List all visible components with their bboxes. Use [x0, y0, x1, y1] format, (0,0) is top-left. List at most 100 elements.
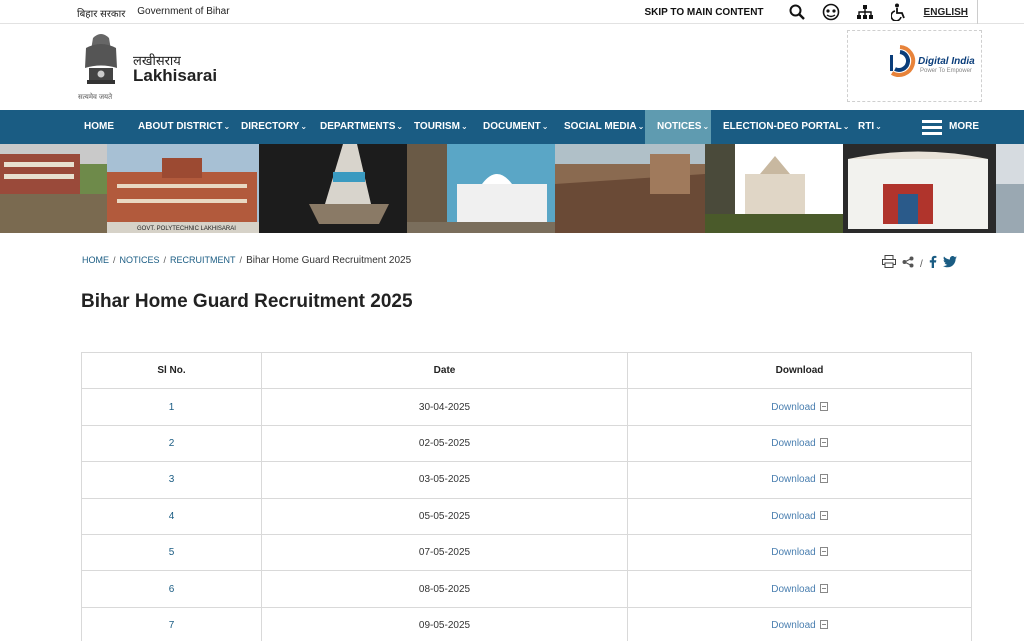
share-divider: / — [920, 258, 923, 270]
nav-item-label: RTI — [858, 121, 875, 132]
chevron-down-icon: ⌄ — [541, 122, 549, 131]
download-link[interactable]: Download — [771, 474, 815, 485]
nav-item-label: NOTICES — [657, 121, 702, 132]
banner-image-memorial-gate — [705, 144, 843, 233]
pdf-icon — [819, 437, 828, 447]
search-icon[interactable] — [788, 3, 806, 21]
nav-item-directory[interactable]: DIRECTORY⌄ — [241, 110, 307, 144]
cell-sl-no: 7 — [81, 606, 262, 641]
nav-item-tourism[interactable]: TOURISM⌄ — [414, 110, 468, 144]
nav-item-label: DOCUMENT — [483, 121, 541, 132]
cell-sl-no: 5 — [81, 533, 262, 572]
facebook-icon[interactable] — [929, 255, 937, 273]
nav-item-departments[interactable]: DEPARTMENTS⌄ — [320, 110, 403, 144]
banner-image-strip: GOVT. POLYTECHNIC LAKHISARAI — [0, 144, 1024, 233]
accessibility-icon[interactable] — [890, 3, 908, 21]
nav-item-home[interactable]: HOME — [76, 110, 122, 144]
share-icon[interactable] — [902, 255, 914, 273]
cell-sl-no: 4 — [81, 497, 262, 535]
chevron-down-icon: ⌄ — [300, 122, 308, 131]
breadcrumb-home-link[interactable]: HOME — [82, 255, 109, 265]
cell-sl-no: 3 — [81, 461, 262, 499]
documents-table: Sl No. Date Download 1 30-04-2025 Downlo… — [81, 351, 972, 641]
download-link[interactable]: Download — [771, 438, 815, 449]
table-header-row: Sl No. Date Download — [81, 351, 972, 390]
nav-item-label: SOCIAL MEDIA — [564, 121, 637, 132]
column-header-download: Download — [627, 351, 972, 390]
table-row: 4 05-05-2025 Download — [81, 497, 972, 535]
cell-sl-no: 6 — [81, 570, 262, 608]
cell-date: 09-05-2025 — [261, 606, 628, 641]
social-media-icon[interactable] — [822, 3, 840, 21]
nav-item-rti[interactable]: RTI⌄ — [858, 110, 882, 144]
cell-date: 30-04-2025 — [261, 388, 628, 426]
cell-date: 02-05-2025 — [261, 424, 628, 463]
chevron-down-icon: ⌄ — [396, 122, 404, 131]
nav-item-more[interactable]: MORE — [949, 110, 979, 144]
cell-download: Download — [627, 533, 972, 572]
print-icon[interactable] — [882, 255, 896, 273]
language-toggle-link[interactable]: ENGLISH — [924, 7, 972, 18]
breadcrumb-current: Bihar Home Guard Recruitment 2025 — [246, 255, 412, 266]
nav-item-social-media[interactable]: SOCIAL MEDIA⌄ — [564, 110, 644, 144]
sitemap-icon[interactable] — [856, 3, 874, 21]
cell-download: Download — [627, 424, 972, 463]
breadcrumb: HOME / NOTICES / RECRUITMENT / Bihar Home Guar… — [82, 255, 411, 266]
nav-item-election-deo-portal[interactable]: ELECTION-DEO PORTAL⌄ — [723, 110, 849, 144]
column-header-date: Date — [261, 351, 628, 390]
breadcrumb-notices-link[interactable]: NOTICES — [120, 255, 160, 265]
hamburger-menu-icon[interactable] — [922, 120, 942, 135]
download-link[interactable]: Download — [771, 547, 815, 558]
download-link[interactable]: Download — [771, 511, 815, 522]
chevron-down-icon: ⌄ — [460, 122, 468, 131]
pdf-icon — [819, 510, 828, 520]
cell-sl-no: 2 — [81, 424, 262, 463]
breadcrumb-separator: / — [239, 255, 243, 265]
cell-date: 07-05-2025 — [261, 533, 628, 572]
breadcrumb-recruitment-link[interactable]: RECRUITMENT — [170, 255, 236, 265]
table-row: 6 08-05-2025 Download — [81, 570, 972, 608]
divider — [977, 0, 978, 24]
cell-download: Download — [627, 606, 972, 641]
nav-item-label: ABOUT DISTRICT — [138, 121, 223, 132]
nav-item-label: DIRECTORY — [241, 121, 300, 132]
banner-image-temple-facade — [843, 144, 996, 233]
skip-to-main-content-link[interactable]: SKIP TO MAIN CONTENT — [644, 7, 763, 18]
cell-download: Download — [627, 497, 972, 535]
twitter-icon[interactable] — [942, 255, 957, 273]
table-row: 2 02-05-2025 Download — [81, 424, 972, 463]
cell-date: 05-05-2025 — [261, 497, 628, 535]
cell-download: Download — [627, 388, 972, 426]
cell-date: 08-05-2025 — [261, 570, 628, 608]
emblem-motto: सत्यमेव जयते — [78, 94, 113, 101]
pdf-icon — [819, 583, 828, 593]
table-row: 7 09-05-2025 Download — [81, 606, 972, 641]
table-row: 1 30-04-2025 Download — [81, 388, 972, 426]
cell-download: Download — [627, 570, 972, 608]
download-link[interactable]: Download — [771, 402, 815, 413]
pdf-icon — [819, 474, 828, 484]
banner-image-temple-night — [259, 144, 407, 233]
pdf-icon — [819, 547, 828, 557]
download-link[interactable]: Download — [771, 620, 815, 631]
download-link[interactable]: Download — [771, 584, 815, 595]
banner-image-school-building — [0, 144, 107, 233]
chevron-down-icon: ⌄ — [875, 122, 882, 131]
table-row: 3 03-05-2025 Download — [81, 461, 972, 499]
nav-item-label: HOME — [84, 121, 114, 132]
digital-india-title: Digital India — [918, 56, 975, 67]
nav-item-about-district[interactable]: ABOUT DISTRICT⌄ — [138, 110, 230, 144]
chevron-down-icon: ⌄ — [702, 122, 710, 131]
pdf-icon — [819, 401, 828, 411]
state-name: Government of Bihar — [137, 6, 230, 17]
state-name-hindi: बिहार सरकार — [77, 9, 126, 20]
table-row: 5 07-05-2025 Download — [81, 533, 972, 572]
district-name[interactable]: Lakhisarai — [133, 66, 217, 86]
chevron-down-icon: ⌄ — [637, 122, 645, 131]
banner-caption: GOVT. POLYTECHNIC LAKHISARAI — [137, 226, 236, 232]
cell-download: Download — [627, 461, 972, 499]
nav-item-document[interactable]: DOCUMENT⌄ — [483, 110, 548, 144]
chevron-down-icon: ⌄ — [842, 122, 850, 131]
column-header-sl-no: Sl No. — [81, 351, 262, 390]
nav-item-notices[interactable]: NOTICES⌄ — [645, 110, 711, 144]
